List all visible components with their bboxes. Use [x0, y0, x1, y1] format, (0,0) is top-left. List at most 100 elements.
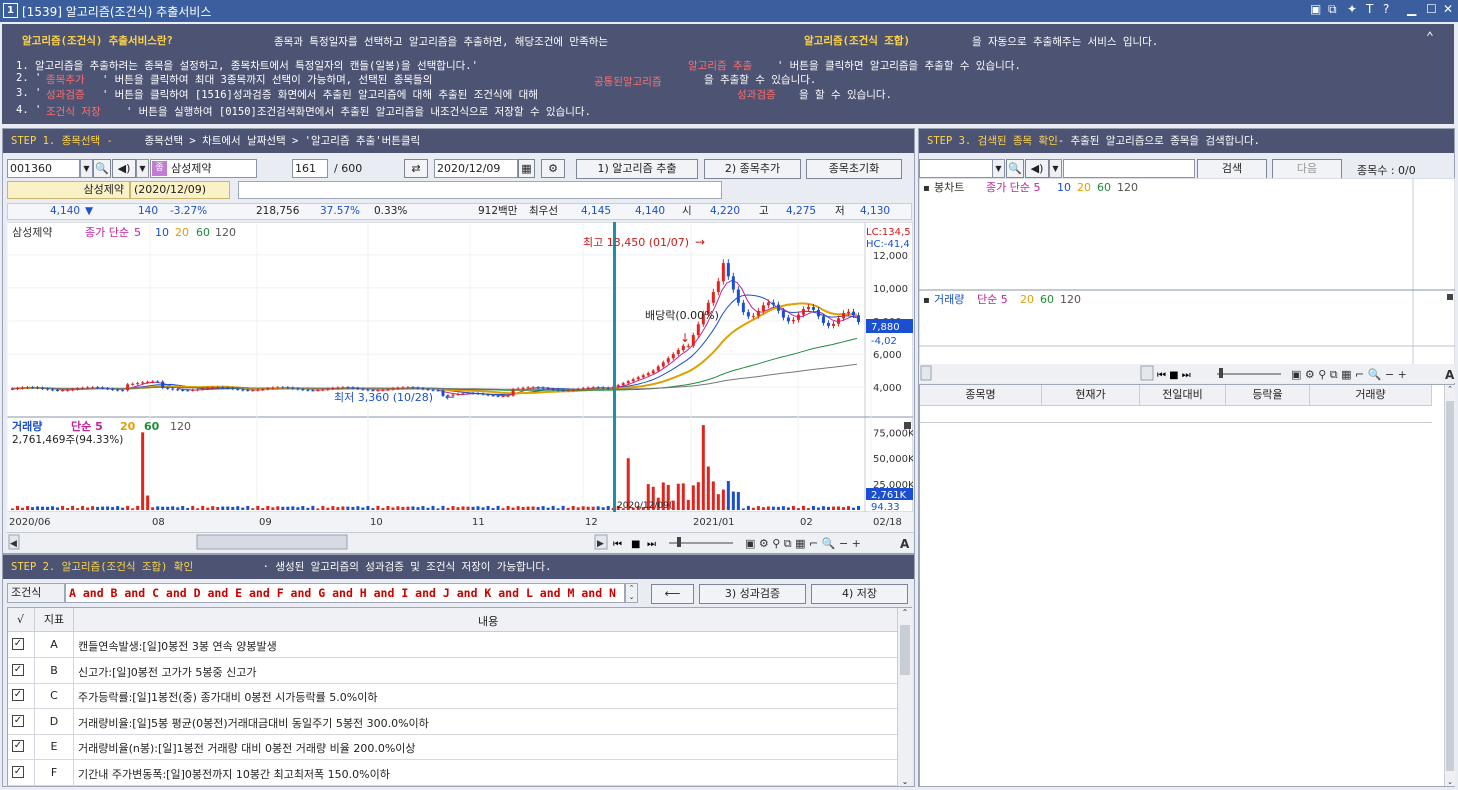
candle — [191, 389, 195, 391]
condition-scroll[interactable]: ⌃ ⌄ — [625, 583, 638, 603]
result-col-header[interactable]: 전일대비 — [1140, 385, 1226, 406]
candle — [176, 389, 180, 391]
result-col-header[interactable]: 등락율 — [1226, 385, 1310, 406]
result-col-header[interactable]: 현재가 — [1042, 385, 1140, 406]
calendar-icon[interactable]: ▦ — [518, 159, 535, 178]
s3-scroll-left[interactable] — [920, 365, 932, 381]
volume-bar — [521, 506, 525, 510]
window-copy-icon[interactable]: ⧉ — [1328, 2, 1337, 17]
help-icon[interactable]: ? — [1383, 2, 1389, 16]
row-checkbox[interactable]: ✓ — [12, 740, 24, 753]
row-checkbox[interactable]: ✓ — [12, 766, 24, 778]
volume-bar — [831, 506, 835, 510]
reset-stocks-button[interactable]: 종목초기화 — [806, 159, 902, 179]
search-result-chart[interactable]: ▪ 봉차트 종가 단순 5 10 20 60 120 ▪ 거래량 단순 5 20… — [919, 178, 1455, 383]
volume-bar — [421, 506, 425, 510]
result-col-header[interactable]: 거래량 — [1310, 385, 1432, 406]
row-checkbox[interactable]: ✓ — [12, 638, 24, 650]
chart-nav-last-icon[interactable]: ⏭ — [647, 539, 656, 550]
step2-desc: · 생성된 알고리즘의 성과검증 및 조건식 저장이 가능합니다. — [262, 561, 552, 573]
s3-legend-ma: 종가 단순 5 — [986, 181, 1040, 194]
volume-bar — [441, 505, 445, 510]
pin-icon[interactable]: ✦ — [1347, 2, 1357, 16]
volume-bar — [846, 506, 850, 510]
vol-panel-close-icon[interactable] — [904, 422, 911, 429]
search-button[interactable]: 검색 — [1197, 159, 1267, 179]
s3-text-tool[interactable]: A — [1445, 368, 1455, 382]
candle — [486, 394, 490, 396]
selected-stock-slots[interactable] — [238, 181, 722, 199]
date-input[interactable]: 2020/12/09 — [434, 159, 518, 178]
extract-algorithm-button[interactable]: 1) 알고리즘 추출 — [576, 159, 698, 179]
zoom-slider-handle[interactable] — [677, 537, 681, 547]
step3-stock-name[interactable] — [1063, 159, 1195, 178]
count-input[interactable]: 161 — [292, 159, 328, 178]
s3-chart-tools-icons[interactable]: ▣ ⚙ ⚲ ⧉ ▦ ⌐ 🔍 − + — [1291, 367, 1407, 381]
search-icon[interactable]: 🔍 — [93, 159, 111, 178]
verify-button[interactable]: 3) 성과검증 — [699, 584, 806, 604]
result-col-header[interactable]: 종목명 — [920, 385, 1042, 406]
row-checkbox[interactable]: ✓ — [12, 689, 24, 702]
candle — [66, 389, 70, 391]
step3-search-icon[interactable]: 🔍 — [1006, 159, 1024, 178]
indicator-row[interactable]: ✓ A 캔들연속발생:[일]0봉전 3봉 연속 양봉발생 — [8, 632, 897, 658]
next-button[interactable]: 다음 — [1272, 159, 1342, 179]
settings-gear-icon[interactable]: ⚙ — [541, 159, 565, 178]
indicator-row[interactable]: ✓ F 기간내 주가변동폭:[일]0봉전까지 10봉간 최고최저폭 150.0%… — [8, 760, 897, 786]
collapse-icon[interactable]: ⌃ — [1426, 30, 1434, 45]
close-icon[interactable]: ✕ — [1443, 2, 1453, 16]
result-scrollbar[interactable]: ⌃ ⌄ — [1444, 385, 1455, 786]
selected-stock-date[interactable]: (2020/12/09) — [130, 181, 230, 199]
date-adjust-icon[interactable]: ⇄ — [404, 159, 428, 178]
indicator-row[interactable]: ✓ B 신고가:[일]0봉전 고가가 5봉중 신고가 — [8, 657, 897, 684]
candle — [726, 263, 730, 277]
minimize-icon[interactable]: ▁ — [1407, 2, 1416, 16]
chart-scroll-thumb[interactable] — [196, 534, 348, 550]
selected-stock-name[interactable]: 삼성제약 — [7, 181, 130, 199]
volume-bar — [801, 505, 805, 510]
indicator-row[interactable]: ✓ C 주가등락률:[일]1봉전(중) 종가대비 0봉전 시가등락률 5.0%이… — [8, 683, 897, 710]
text-size-icon[interactable]: T — [1366, 2, 1373, 16]
condition-expression[interactable]: A and B and C and D and E and F and G an… — [65, 583, 625, 603]
chart-nav-stop-icon[interactable]: ■ — [631, 539, 640, 550]
stock-code-input[interactable]: 001360 — [7, 159, 80, 178]
row-checkbox[interactable]: ✓ — [12, 714, 24, 727]
s3-scroll-right[interactable] — [1140, 365, 1154, 381]
candle — [856, 315, 860, 323]
candle — [621, 383, 625, 386]
window-layout-icon[interactable]: ▣ — [1310, 2, 1321, 16]
chart-nav-first-icon[interactable]: ⏮ — [613, 539, 622, 550]
stock-badge-icon: 종 — [152, 161, 167, 176]
indicator-row[interactable]: ✓ E 거래량비율(n봉):[일]1봉전 거래량 대비 0봉전 거래량 비율 2… — [8, 734, 897, 761]
s3-vol-legend-ma20: 20 — [1020, 293, 1034, 306]
back-arrow-button[interactable]: ⟵ — [651, 584, 694, 604]
speaker-dropdown[interactable]: ▼ — [136, 159, 149, 178]
s3-zoom-handle[interactable] — [1219, 368, 1223, 378]
s3-nav-icons[interactable]: ⏮ ■ ⏭ — [1157, 370, 1191, 381]
chart-tools-icons[interactable]: ▣ ⚙ ⚲ ⧉ ▦ ⌐ 🔍 − + — [745, 536, 861, 550]
maximize-icon[interactable]: ☐ — [1426, 2, 1437, 16]
indicator-scrollbar[interactable]: ⌃ ⌄ — [897, 608, 912, 786]
step1-header: STEP 1. 종목선택 - 종목선택 > 차트에서 날짜선택 > '알고리즘 … — [3, 129, 914, 153]
candle — [11, 388, 14, 390]
volume-bar — [161, 506, 165, 510]
volume-bar — [191, 505, 195, 510]
add-stock-button[interactable]: 2) 종목추가 — [704, 159, 801, 179]
chart-text-tool[interactable]: A — [900, 537, 910, 551]
stock-code-dropdown[interactable]: ▼ — [80, 159, 93, 178]
price-chart[interactable]: 삼성제약 종가 단순 5 10 20 60 120 최고 13,450 (01/… — [7, 222, 913, 552]
step3-speaker-dropdown[interactable]: ▼ — [1049, 159, 1062, 178]
speaker-icon[interactable]: ◀) — [112, 159, 136, 178]
info-line3-tail: 을 할 수 있습니다. — [799, 89, 892, 101]
step3-speaker-icon[interactable]: ◀) — [1025, 159, 1049, 178]
volume-bar — [291, 506, 295, 510]
row-checkbox[interactable]: ✓ — [12, 663, 24, 676]
volume-bar — [696, 482, 700, 510]
candle — [26, 387, 30, 389]
save-button[interactable]: 4) 저장 — [811, 584, 908, 604]
quote-open-label: 시 — [682, 205, 692, 217]
indicator-row[interactable]: ✓ D 거래량비율:[일]5봉 평균(0봉전)거래대금대비 동일주기 5봉전 3… — [8, 708, 897, 735]
quote-open: 4,220 — [710, 205, 741, 217]
search-stock-dropdown[interactable]: ▼ — [992, 159, 1005, 178]
s3-vol-close-icon[interactable] — [1447, 294, 1453, 300]
